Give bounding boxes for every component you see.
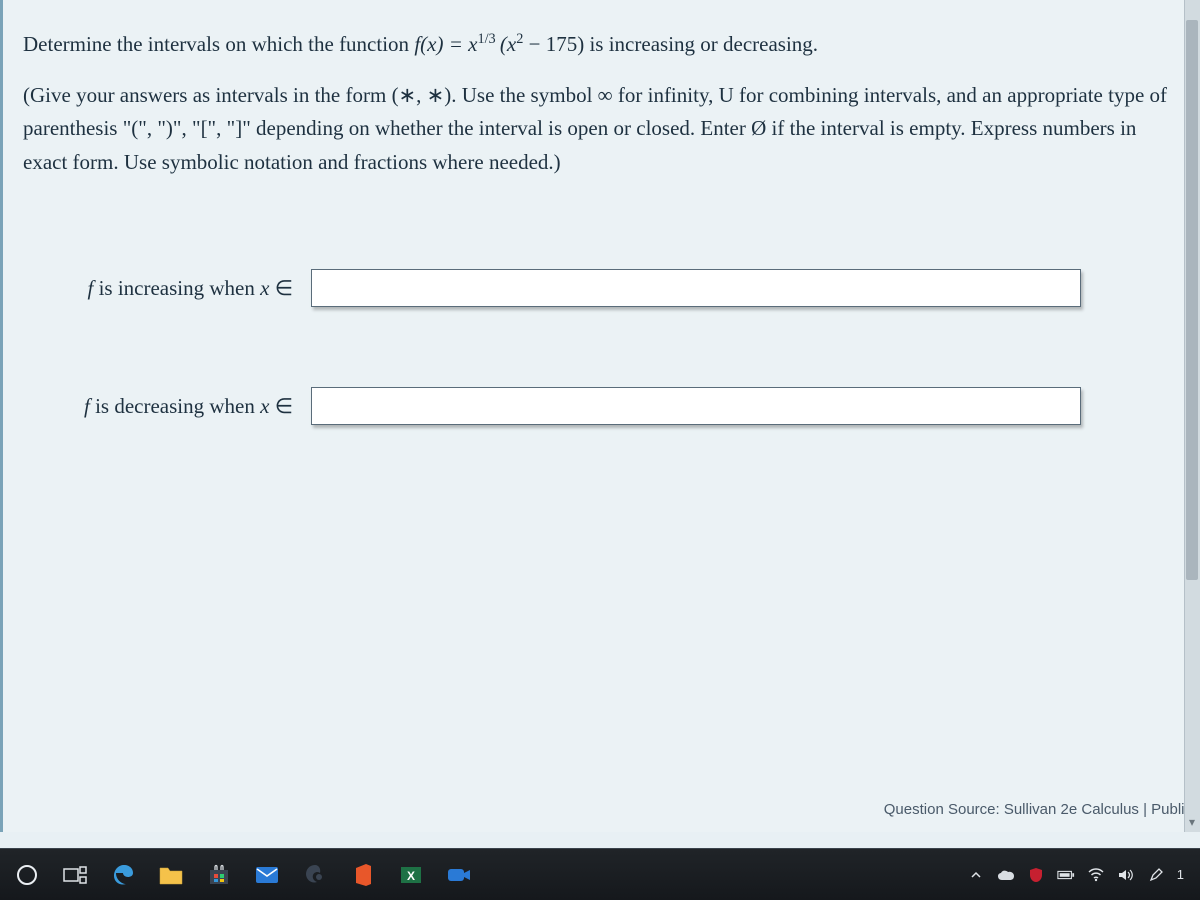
answer-instructions: (Give your answers as intervals in the f… bbox=[23, 79, 1180, 180]
taskview-glyph-icon bbox=[63, 865, 87, 885]
tray-battery-icon[interactable] bbox=[1057, 866, 1075, 884]
scroll-down-icon[interactable]: ▾ bbox=[1187, 816, 1197, 826]
swirl-app-icon[interactable] bbox=[298, 858, 332, 892]
increasing-row: f is increasing when x ∈ bbox=[23, 269, 1180, 307]
increasing-text: is increasing when bbox=[93, 276, 260, 300]
math-x2-open: (x bbox=[500, 32, 516, 56]
store-icon[interactable] bbox=[202, 858, 236, 892]
file-explorer-icon[interactable] bbox=[154, 858, 188, 892]
tray-chevron-icon[interactable] bbox=[967, 866, 985, 884]
decreasing-input[interactable] bbox=[311, 387, 1081, 425]
question-prompt: Determine the intervals on which the fun… bbox=[23, 28, 1180, 61]
swirl-glyph-icon bbox=[302, 862, 328, 888]
mail-glyph-icon bbox=[254, 865, 280, 885]
office-glyph-icon bbox=[352, 862, 374, 888]
start-button[interactable] bbox=[10, 858, 44, 892]
excel-icon[interactable]: X bbox=[394, 858, 428, 892]
question-source: Question Source: Sullivan 2e Calculus | … bbox=[884, 801, 1192, 818]
tray-volume-icon[interactable] bbox=[1117, 866, 1135, 884]
camera-icon[interactable] bbox=[442, 858, 476, 892]
increasing-input[interactable] bbox=[311, 269, 1081, 307]
math-fx: f(x) = x bbox=[414, 32, 477, 56]
edge-glyph-icon bbox=[110, 862, 136, 888]
system-tray: 1 bbox=[967, 866, 1190, 884]
tray-wifi-icon[interactable] bbox=[1087, 866, 1105, 884]
decreasing-label: f is decreasing when x ∈ bbox=[53, 394, 293, 419]
excel-glyph-icon: X bbox=[399, 863, 423, 887]
tray-mcafee-icon[interactable] bbox=[1027, 866, 1045, 884]
tray-clock-partial: 1 bbox=[1177, 867, 1184, 882]
question-prefix: Determine the intervals on which the fun… bbox=[23, 32, 414, 56]
math-minus175: − 175) bbox=[523, 32, 584, 56]
windows-circle-icon bbox=[15, 863, 39, 887]
decreasing-row: f is decreasing when x ∈ bbox=[23, 387, 1180, 425]
math-exp-13: 1/3 bbox=[477, 31, 495, 47]
svg-text:X: X bbox=[407, 869, 415, 883]
question-suffix: is increasing or decreasing. bbox=[589, 32, 818, 56]
tray-pen-icon[interactable] bbox=[1147, 866, 1165, 884]
decreasing-elem: ∈ bbox=[269, 394, 293, 418]
decreasing-text: is decreasing when bbox=[90, 394, 260, 418]
camera-glyph-icon bbox=[446, 865, 472, 885]
edge-icon[interactable] bbox=[106, 858, 140, 892]
task-view-icon[interactable] bbox=[58, 858, 92, 892]
office-icon[interactable] bbox=[346, 858, 380, 892]
increasing-label: f is increasing when x ∈ bbox=[53, 276, 293, 301]
scrollbar[interactable]: ▾ bbox=[1184, 0, 1200, 832]
increasing-elem: ∈ bbox=[269, 276, 293, 300]
scrollbar-thumb[interactable] bbox=[1186, 20, 1198, 580]
folder-glyph-icon bbox=[158, 864, 184, 886]
store-glyph-icon bbox=[207, 863, 231, 887]
taskbar: X 1 bbox=[0, 848, 1200, 900]
mail-icon[interactable] bbox=[250, 858, 284, 892]
tray-onedrive-icon[interactable] bbox=[997, 866, 1015, 884]
question-panel: Determine the intervals on which the fun… bbox=[0, 0, 1200, 832]
